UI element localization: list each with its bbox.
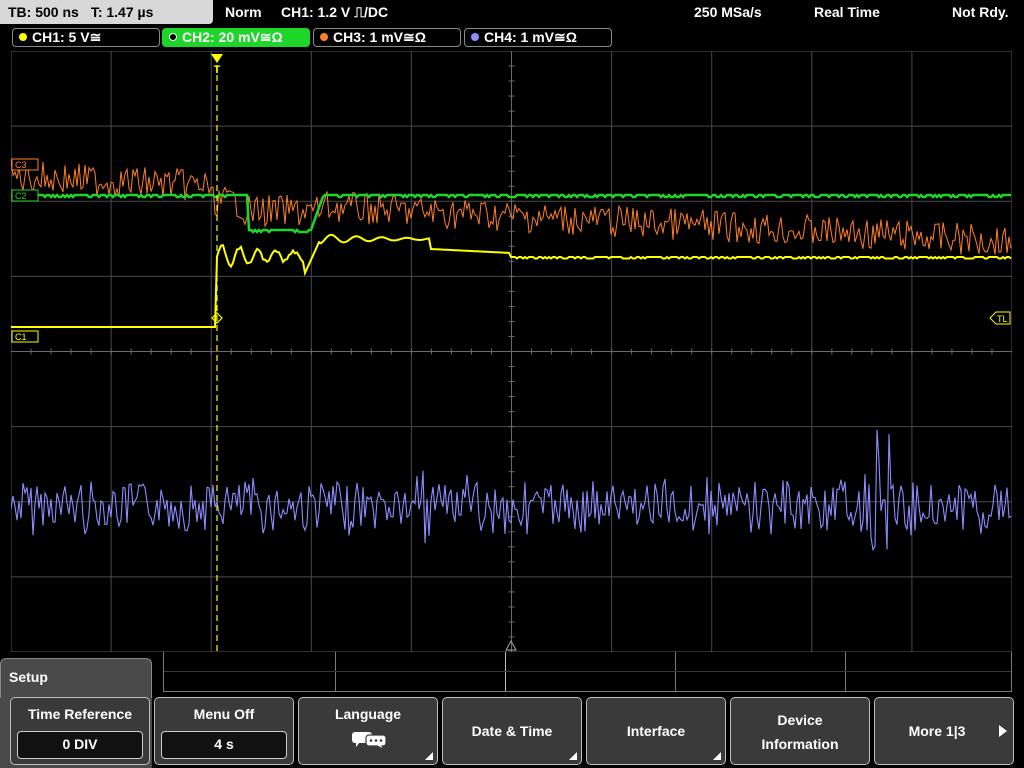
ch2-label: CH2: 20 mV≅Ω — [182, 29, 283, 45]
time-reference-label: Time Reference — [27, 706, 132, 722]
submenu-corner-icon — [569, 752, 577, 760]
menu-off-softkey[interactable]: Menu Off 4 s — [154, 697, 294, 765]
trigger-mode[interactable]: Norm — [225, 0, 262, 24]
menu-ruler — [163, 652, 1012, 692]
ch1-dot-icon — [19, 33, 27, 42]
trigger-flag-label: T — [214, 64, 221, 76]
device-info-line1: Device — [777, 712, 823, 728]
acquisition-mode: Real Time — [814, 4, 880, 20]
device-information-softkey[interactable]: Device Information — [730, 697, 870, 765]
date-time-softkey[interactable]: Date & Time — [442, 697, 582, 765]
ch3-marker-label: C3 — [15, 160, 27, 170]
speech-bubbles-icon — [352, 732, 387, 748]
menu-off-label: Menu Off — [193, 706, 255, 722]
status-bar: TB: 500 ns T: 1.47 µs Norm CH1: 1.2 V ⎍/D… — [0, 0, 1024, 26]
ch3-label: CH3: 1 mV≅Ω — [333, 29, 426, 45]
sample-rate: 250 MSa/s — [694, 4, 762, 20]
trigger-source[interactable]: CH1: 1.2 V ⎍/DC — [281, 0, 388, 24]
ch2-dot-icon — [169, 33, 177, 42]
trigger-level-label: TL — [997, 314, 1008, 324]
menu-title: Setup — [0, 658, 152, 698]
ch2-marker-label: C2 — [15, 191, 27, 201]
channel-bar: CH1: 5 V≅ CH2: 20 mV≅Ω CH3: 1 mV≅Ω CH4: … — [0, 27, 1024, 49]
acquisition-status: Not Rdy. — [952, 4, 1009, 20]
menu-off-value: 4 s — [161, 731, 287, 759]
ch1-offset-marker[interactable]: C1 — [11, 330, 39, 343]
timebase-label: TB: 500 ns — [8, 4, 79, 20]
time-reference-value: 0 DIV — [17, 731, 143, 759]
submenu-corner-icon — [425, 752, 433, 760]
language-softkey[interactable]: Language — [298, 697, 438, 765]
ch1-marker-label: C1 — [15, 332, 27, 342]
channel-tab-ch3[interactable]: CH3: 1 mV≅Ω — [313, 28, 461, 47]
ch3-offset-marker[interactable]: C3 — [11, 158, 39, 171]
device-info-line2: Information — [761, 736, 839, 752]
waveform-display[interactable]: T C3 C2 C1 TL — [11, 51, 1012, 652]
ch2-offset-marker[interactable]: C2 — [11, 189, 39, 202]
menu-title-label: Setup — [9, 669, 48, 685]
time-reference-softkey[interactable]: Time Reference 0 DIV — [10, 697, 150, 765]
date-time-label: Date & Time — [471, 723, 553, 739]
ch3-dot-icon — [320, 33, 328, 42]
language-label: Language — [334, 706, 402, 722]
channel-tab-ch4[interactable]: CH4: 1 mV≅Ω — [464, 28, 612, 47]
timebase-box[interactable]: TB: 500 ns T: 1.47 µs — [0, 0, 213, 24]
ch1-label: CH1: 5 V≅ — [32, 29, 102, 45]
channel-tab-ch2[interactable]: CH2: 20 mV≅Ω — [162, 28, 310, 47]
interface-softkey[interactable]: Interface — [586, 697, 726, 765]
next-page-arrow-icon — [999, 725, 1007, 737]
more-softkey[interactable]: More 1|3 — [874, 697, 1014, 765]
ch4-label: CH4: 1 mV≅Ω — [484, 29, 577, 45]
submenu-corner-icon — [713, 752, 721, 760]
channel-tab-ch1[interactable]: CH1: 5 V≅ — [12, 28, 160, 47]
interface-label: Interface — [626, 723, 686, 739]
ch4-dot-icon — [471, 33, 479, 42]
more-label: More 1|3 — [908, 723, 966, 739]
trigger-time-label: T: 1.47 µs — [90, 4, 154, 20]
